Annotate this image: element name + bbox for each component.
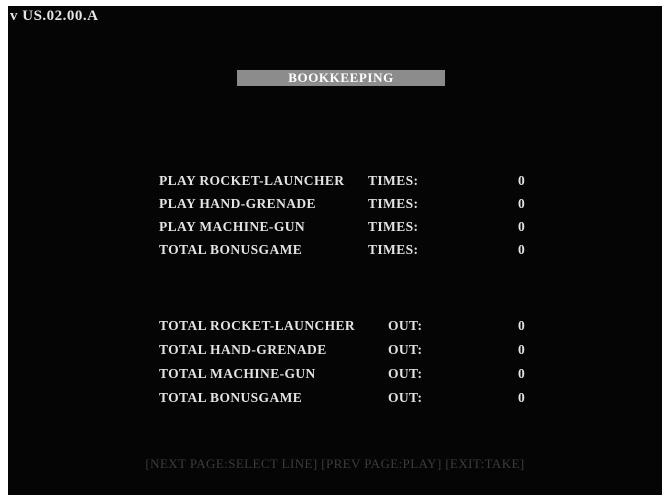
stat-value: 0 [518, 242, 526, 257]
play-total-bonusgame-row: TOTAL BONUSGAME TIMES: 0 [8, 239, 662, 261]
version-label: v US.02.00.A [10, 8, 99, 24]
stat-value: 0 [518, 318, 526, 333]
stat-value: 0 [518, 173, 526, 188]
stat-value: 0 [518, 390, 526, 405]
stat-label: TOTAL MACHINE-GUN [159, 366, 316, 381]
stat-value: 0 [518, 196, 526, 211]
play-rocket-launcher-row: PLAY ROCKET-LAUNCHER TIMES: 0 [8, 170, 662, 192]
out-rocket-launcher-row: TOTAL ROCKET-LAUNCHER OUT: 0 [8, 315, 662, 337]
stat-label: TOTAL ROCKET-LAUNCHER [159, 318, 356, 333]
footer-key-hints: [NEXT PAGE:SELECT LINE] [PREV PAGE:PLAY]… [145, 456, 525, 471]
out-total-bonusgame-row: TOTAL BONUSGAME OUT: 0 [8, 387, 662, 409]
stat-label: PLAY ROCKET-LAUNCHER [159, 173, 345, 188]
page-title: BOOKKEEPING [288, 70, 394, 85]
stat-unit: TIMES: [368, 196, 419, 211]
stat-value: 0 [518, 366, 526, 381]
stat-unit: TIMES: [368, 173, 419, 188]
out-hand-grenade-row: TOTAL HAND-GRENADE OUT: 0 [8, 339, 662, 361]
play-machine-gun-row: PLAY MACHINE-GUN TIMES: 0 [8, 216, 662, 238]
play-hand-grenade-row: PLAY HAND-GRENADE TIMES: 0 [8, 193, 662, 215]
stat-value: 0 [518, 219, 526, 234]
stat-label: PLAY HAND-GRENADE [159, 196, 316, 211]
stat-unit: TIMES: [368, 219, 419, 234]
bookkeeping-screen: v US.02.00.A BOOKKEEPING PLAY ROCKET-LAU… [8, 6, 662, 495]
stat-label: TOTAL BONUSGAME [159, 242, 303, 257]
out-machine-gun-row: TOTAL MACHINE-GUN OUT: 0 [8, 363, 662, 385]
title-bar: BOOKKEEPING [237, 70, 445, 86]
stat-label: TOTAL BONUSGAME [159, 390, 303, 405]
stat-unit: OUT: [388, 342, 423, 357]
stat-unit: OUT: [388, 390, 423, 405]
stat-label: PLAY MACHINE-GUN [159, 219, 306, 234]
stat-value: 0 [518, 342, 526, 357]
stat-unit: OUT: [388, 318, 423, 333]
stat-label: TOTAL HAND-GRENADE [159, 342, 327, 357]
stat-unit: TIMES: [368, 242, 419, 257]
stat-unit: OUT: [388, 366, 423, 381]
